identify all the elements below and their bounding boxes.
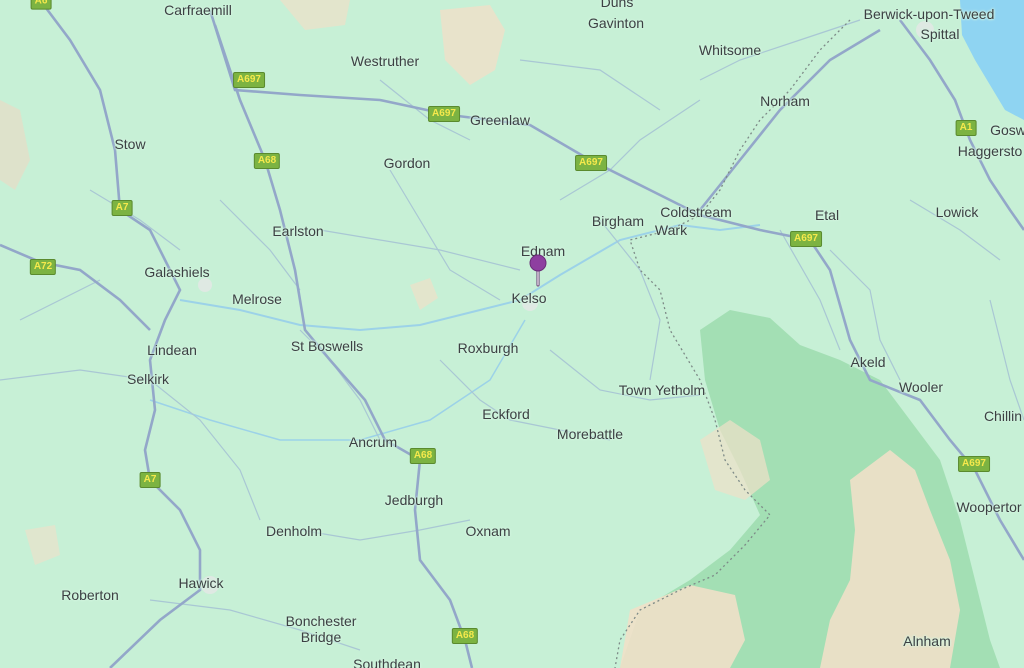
place-label-akeld[interactable]: Akeld (850, 354, 885, 370)
place-label-wooler[interactable]: Wooler (899, 379, 943, 395)
place-label-berwick-upon-tweed[interactable]: Berwick-upon-Tweed (864, 6, 995, 22)
place-label-morebattle[interactable]: Morebattle (557, 426, 623, 442)
place-label-southdean[interactable]: Southdean (353, 656, 421, 668)
place-label-birgham[interactable]: Birgham (592, 213, 644, 229)
place-label-town-yetholm[interactable]: Town Yetholm (619, 382, 705, 398)
place-label-gavinton[interactable]: Gavinton (588, 15, 644, 31)
place-label-wooperton[interactable]: Woopertor (956, 499, 1021, 515)
place-label-eckford[interactable]: Eckford (482, 406, 529, 422)
place-label-earlston[interactable]: Earlston (272, 223, 323, 239)
road-shield-a6-partial[interactable]: A6 (30, 0, 52, 10)
place-label-selkirk[interactable]: Selkirk (127, 371, 169, 387)
place-label-stow[interactable]: Stow (114, 136, 145, 152)
place-label-lindean[interactable]: Lindean (147, 342, 197, 358)
road-shield-a7[interactable]: A7 (139, 472, 161, 488)
place-label-st-boswells[interactable]: St Boswells (291, 338, 363, 354)
map-base-layer (0, 0, 1024, 668)
place-label-lowick[interactable]: Lowick (936, 204, 979, 220)
place-label-coldstream[interactable]: Coldstream (660, 204, 732, 220)
road-shield-a697[interactable]: A697 (428, 106, 460, 122)
place-label-roxburgh[interactable]: Roxburgh (458, 340, 519, 356)
road-shield-a72[interactable]: A72 (29, 259, 57, 275)
place-label-galashiels[interactable]: Galashiels (144, 264, 209, 280)
place-label-gordon[interactable]: Gordon (384, 155, 431, 171)
place-label-duns[interactable]: Duns (601, 0, 634, 10)
road-shield-a68[interactable]: A68 (253, 153, 281, 169)
place-label-norham[interactable]: Norham (760, 93, 810, 109)
place-label-roberton[interactable]: Roberton (61, 587, 119, 603)
place-label-ancrum[interactable]: Ancrum (349, 434, 397, 450)
place-label-jedburgh[interactable]: Jedburgh (385, 492, 443, 508)
place-label-whitsome[interactable]: Whitsome (699, 42, 761, 58)
place-label-etal[interactable]: Etal (815, 207, 839, 223)
place-label-spittal[interactable]: Spittal (921, 26, 960, 42)
road-shield-a697[interactable]: A697 (958, 456, 990, 472)
road-shield-a68[interactable]: A68 (451, 628, 479, 644)
road-shield-a68[interactable]: A68 (409, 448, 437, 464)
road-shield-a697[interactable]: A697 (790, 231, 822, 247)
place-label-westruther[interactable]: Westruther (351, 53, 419, 69)
place-label-chillingham[interactable]: Chillin (984, 408, 1022, 424)
road-shield-a697[interactable]: A697 (233, 72, 265, 88)
location-pin-icon[interactable] (529, 254, 547, 288)
place-label-kelso[interactable]: Kelso (511, 290, 546, 306)
road-shield-a7[interactable]: A7 (111, 200, 133, 216)
place-label-haggerston[interactable]: Haggersto (958, 143, 1023, 159)
place-label-melrose[interactable]: Melrose (232, 291, 282, 307)
place-label-oxnam[interactable]: Oxnam (465, 523, 510, 539)
road-shield-a697[interactable]: A697 (575, 155, 607, 171)
place-label-denholm[interactable]: Denholm (266, 523, 322, 539)
place-label-hawick[interactable]: Hawick (178, 575, 223, 591)
place-label-goswick[interactable]: Gosw (990, 122, 1024, 138)
place-label-alnham[interactable]: Alnham (903, 633, 950, 649)
place-label-bonchester-bridge[interactable]: Bonchester Bridge (286, 613, 357, 645)
place-label-greenlaw[interactable]: Greenlaw (470, 112, 530, 128)
map-canvas[interactable]: Carfraemill Duns Gavinton Berwick-upon-T… (0, 0, 1024, 668)
place-label-carfraemill[interactable]: Carfraemill (164, 2, 232, 18)
place-label-wark[interactable]: Wark (655, 222, 687, 238)
road-shield-a1[interactable]: A1 (955, 120, 977, 136)
